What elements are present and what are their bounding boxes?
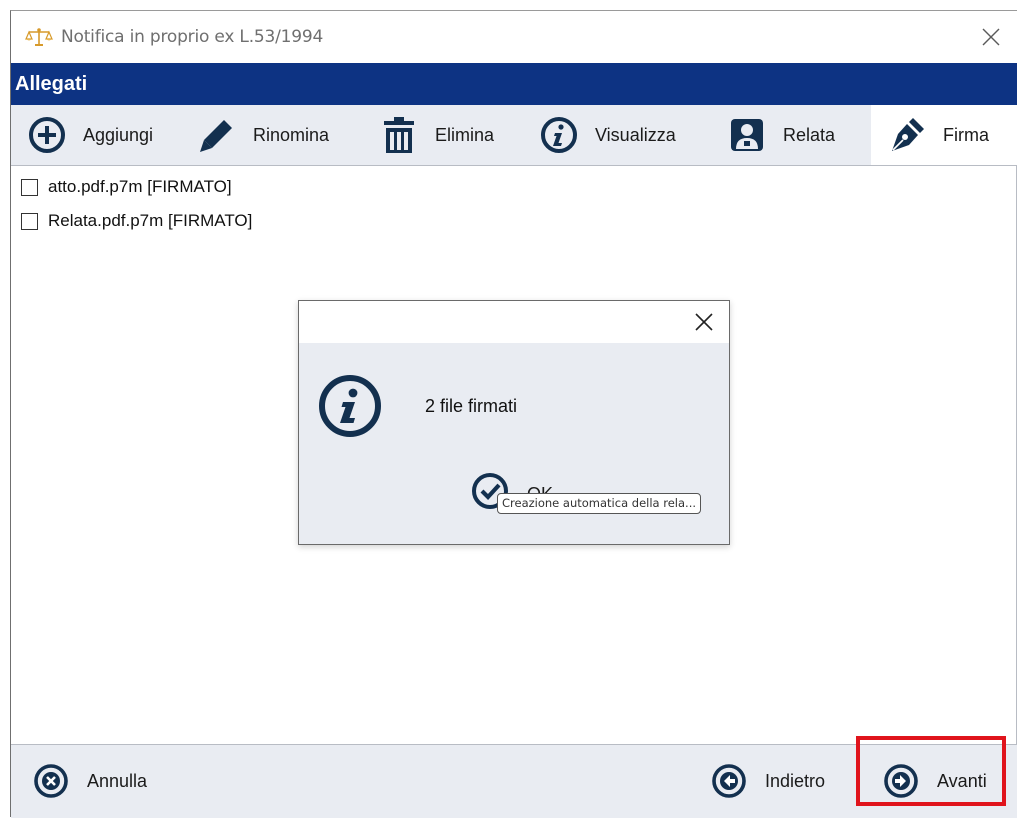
sign-button-label: Firma: [943, 124, 989, 145]
info-circle-icon: [319, 375, 381, 437]
delete-button[interactable]: Elimina: [379, 105, 494, 165]
add-button[interactable]: Aggiungi: [27, 105, 153, 165]
dialog-titlebar: [299, 301, 729, 343]
close-icon[interactable]: [693, 311, 715, 333]
back-button[interactable]: Indietro: [711, 745, 825, 817]
rename-button[interactable]: Rinomina: [197, 105, 329, 165]
cancel-button-label: Annulla: [87, 770, 148, 791]
pen-nib-icon: [892, 118, 924, 151]
window-titlebar: Notifica in proprio ex L.53/1994: [11, 11, 1017, 63]
file-name: atto.pdf.p7m [FIRMATO]: [48, 177, 232, 196]
list-item[interactable]: Relata.pdf.p7m [FIRMATO]: [21, 209, 252, 233]
window-title: Notifica in proprio ex L.53/1994: [61, 27, 324, 47]
relata-button[interactable]: Relata: [727, 105, 835, 165]
back-button-label: Indietro: [765, 770, 826, 791]
trash-icon: [384, 117, 414, 153]
view-button[interactable]: Visualizza: [539, 105, 676, 165]
close-icon[interactable]: [979, 25, 1003, 49]
file-checkbox[interactable]: [21, 178, 38, 196]
tooltip: Creazione automatica della rela...: [497, 493, 702, 514]
close-circle-icon: [34, 764, 68, 798]
view-button-label: Visualizza: [595, 124, 676, 145]
relata-button-label: Relata: [783, 124, 836, 145]
file-checkbox[interactable]: [21, 212, 38, 230]
section-header: Allegati: [11, 63, 1017, 105]
toolbar: Aggiungi Rinomina Elimina Visualizza Rel…: [11, 105, 1017, 166]
next-button-highlight: [856, 736, 1006, 806]
pencil-icon: [200, 120, 232, 152]
arrow-left-circle-icon: [712, 764, 746, 798]
delete-button-label: Elimina: [435, 124, 495, 145]
person-badge-icon: [731, 119, 763, 151]
cancel-button[interactable]: Annulla: [33, 745, 147, 817]
dialog-message: 2 file firmati: [425, 396, 518, 416]
scales-icon: [25, 28, 53, 46]
rename-button-label: Rinomina: [253, 124, 330, 145]
sign-button[interactable]: Firma: [871, 105, 1017, 165]
file-name: Relata.pdf.p7m [FIRMATO]: [48, 211, 253, 230]
list-item[interactable]: atto.pdf.p7m [FIRMATO]: [21, 175, 232, 199]
info-circle-icon: [541, 117, 577, 153]
add-button-label: Aggiungi: [83, 124, 154, 145]
plus-circle-icon: [29, 117, 65, 153]
